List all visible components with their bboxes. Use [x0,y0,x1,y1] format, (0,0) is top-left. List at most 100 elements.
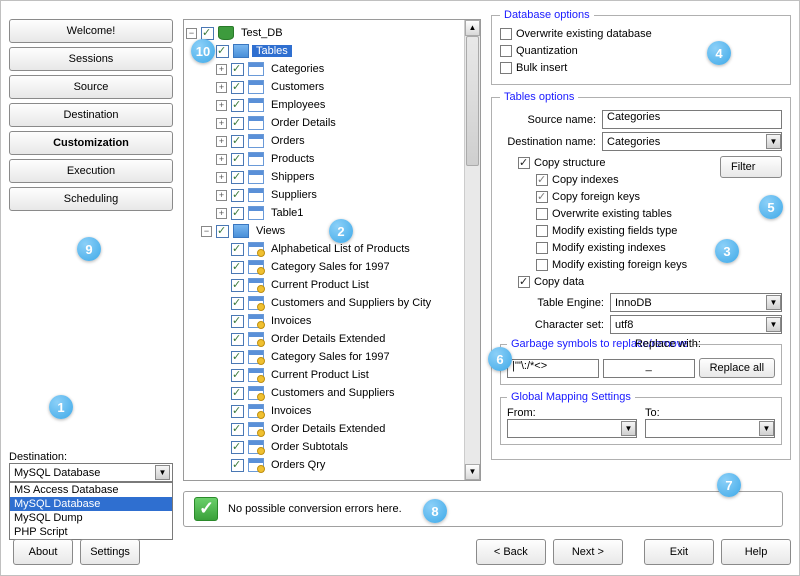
checkbox[interactable] [231,369,244,382]
tree-node-view[interactable]: Order Subtotals [267,441,352,453]
destination-combo[interactable]: MySQL Database ▼ [9,463,173,482]
gmap-from-combo[interactable]: ▼ [507,419,637,438]
checkbox[interactable] [231,351,244,364]
expand-icon[interactable]: + [216,82,227,93]
checkbox[interactable] [216,45,229,58]
replace-with-input[interactable]: _ [603,359,695,378]
nav-customization[interactable]: Customization [9,131,173,155]
list-item[interactable]: MySQL Database [10,497,172,511]
tree-node-view[interactable]: Current Product List [267,369,373,381]
dest-name-combo[interactable]: Categories▼ [602,132,782,151]
tree-node-view[interactable]: Order Details Extended [267,333,389,345]
charset-combo[interactable]: utf8▼ [610,315,782,334]
checkbox[interactable] [216,225,229,238]
tree-node-table[interactable]: Table1 [267,207,307,219]
scroll-thumb[interactable] [466,36,479,166]
checkbox[interactable] [231,423,244,436]
checkbox[interactable] [231,297,244,310]
bulk-insert-checkbox[interactable] [500,62,512,74]
collapse-icon[interactable]: − [186,28,197,39]
next-button[interactable]: Next > [553,539,623,565]
expand-icon[interactable]: + [216,118,227,129]
about-button[interactable]: About [13,539,73,565]
tree-node-tables[interactable]: Tables [252,45,292,57]
back-button[interactable]: < Back [476,539,546,565]
tree-node-view[interactable]: Current Product List [267,279,373,291]
nav-source[interactable]: Source [9,75,173,99]
modify-indexes-checkbox[interactable] [536,242,548,254]
destination-listbox[interactable]: MS Access Database MySQL Database MySQL … [9,482,173,540]
modify-fk-checkbox[interactable] [536,259,548,271]
expand-icon[interactable]: + [216,64,227,75]
list-item[interactable]: MySQL Dump [10,511,172,525]
modify-fields-checkbox[interactable] [536,225,548,237]
help-button[interactable]: Help [721,539,791,565]
tree-node-view[interactable]: Customers and Suppliers by City [267,297,435,309]
tree-node-views[interactable]: Views [252,225,289,237]
tree-node-view[interactable]: Order Details Extended [267,423,389,435]
collapse-icon[interactable]: − [201,226,212,237]
scroll-down-icon[interactable]: ▼ [465,464,480,480]
garbage-input[interactable]: |'"\:/*<> [507,359,599,378]
overwrite-tables-checkbox[interactable] [536,208,548,220]
tree-node-table[interactable]: Customers [267,81,328,93]
checkbox[interactable] [231,135,244,148]
checkbox[interactable] [231,261,244,274]
copy-fk-checkbox[interactable] [536,191,548,203]
checkbox[interactable] [231,207,244,220]
quantization-checkbox[interactable] [500,45,512,57]
checkbox[interactable] [231,405,244,418]
settings-button[interactable]: Settings [80,539,140,565]
copy-indexes-checkbox[interactable] [536,174,548,186]
checkbox[interactable] [231,315,244,328]
checkbox[interactable] [201,27,214,40]
vertical-scrollbar[interactable]: ▲ ▼ [464,20,480,480]
exit-button[interactable]: Exit [644,539,714,565]
tree-node-view[interactable]: Category Sales for 1997 [267,261,394,273]
expand-icon[interactable]: + [216,208,227,219]
checkbox[interactable] [231,171,244,184]
checkbox[interactable] [231,117,244,130]
tree-node-table[interactable]: Suppliers [267,189,321,201]
checkbox[interactable] [231,99,244,112]
checkbox[interactable] [231,81,244,94]
checkbox[interactable] [231,333,244,346]
expand-icon[interactable]: + [216,172,227,183]
nav-scheduling[interactable]: Scheduling [9,187,173,211]
gmap-to-combo[interactable]: ▼ [645,419,775,438]
tree-node-db[interactable]: Test_DB [237,27,287,39]
checkbox[interactable] [231,459,244,472]
checkbox[interactable] [231,153,244,166]
copy-data-checkbox[interactable] [518,276,530,288]
expand-icon[interactable]: + [216,154,227,165]
list-item[interactable]: MS Access Database [10,483,172,497]
tree-node-view[interactable]: Alphabetical List of Products [267,243,414,255]
checkbox[interactable] [231,387,244,400]
checkbox[interactable] [231,243,244,256]
tree-node-view[interactable]: Customers and Suppliers [267,387,399,399]
nav-destination[interactable]: Destination [9,103,173,127]
table-engine-combo[interactable]: InnoDB▼ [610,293,782,312]
tree-node-view[interactable]: Invoices [267,405,315,417]
checkbox[interactable] [231,279,244,292]
tree-node-table[interactable]: Order Details [267,117,340,129]
scroll-up-icon[interactable]: ▲ [465,20,480,36]
source-name-input[interactable]: Categories [602,110,782,129]
checkbox[interactable] [231,63,244,76]
nav-execution[interactable]: Execution [9,159,173,183]
tree-node-view[interactable]: Invoices [267,315,315,327]
nav-welcome[interactable]: Welcome! [9,19,173,43]
checkbox[interactable] [231,189,244,202]
tree-node-table[interactable]: Products [267,153,318,165]
checkbox[interactable] [231,441,244,454]
tree-node-table[interactable]: Orders [267,135,309,147]
tree-node-table[interactable]: Shippers [267,171,318,183]
expand-icon[interactable]: + [216,190,227,201]
nav-sessions[interactable]: Sessions [9,47,173,71]
overwrite-db-checkbox[interactable] [500,28,512,40]
copy-structure-checkbox[interactable] [518,157,530,169]
filter-button[interactable]: Filter [720,156,782,178]
object-tree[interactable]: −Test_DB −Tables +Categories+Customers+E… [183,19,481,481]
tree-node-view[interactable]: Orders Qry [267,459,329,471]
replace-all-button[interactable]: Replace all [699,358,775,378]
